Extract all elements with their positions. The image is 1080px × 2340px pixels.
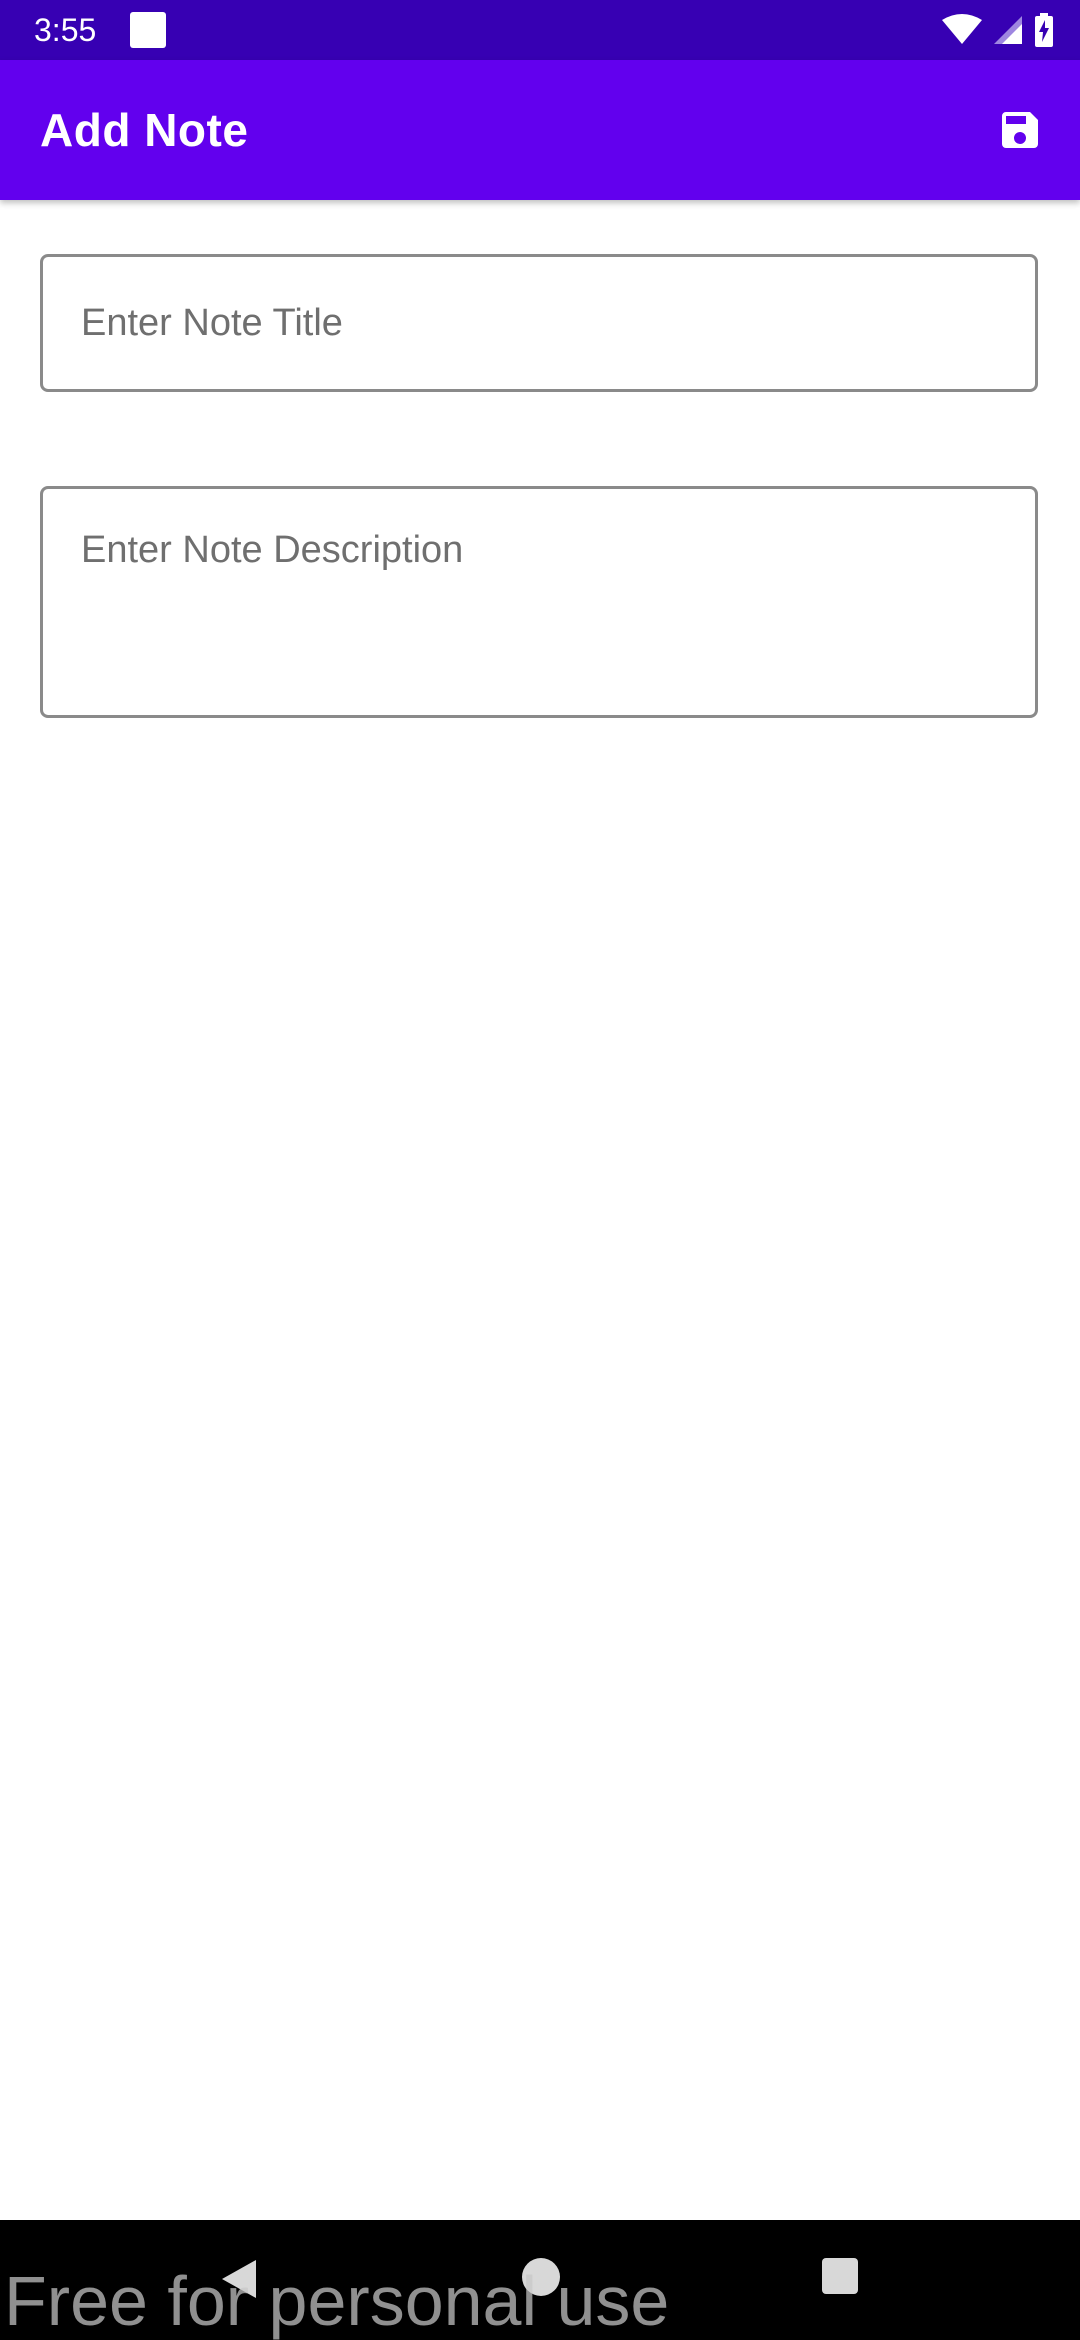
status-icons bbox=[942, 12, 1054, 48]
note-description-field bbox=[40, 486, 1038, 718]
screen: 3:55 Add Note Enter Note Title Enter Not… bbox=[0, 0, 1080, 2340]
page-title: Add Note bbox=[40, 104, 249, 156]
navigation-bar bbox=[0, 2220, 1080, 2340]
wifi-icon bbox=[942, 14, 982, 46]
signal-icon bbox=[992, 14, 1024, 46]
note-title-input[interactable] bbox=[43, 257, 1035, 389]
save-icon bbox=[996, 106, 1044, 159]
back-icon[interactable] bbox=[218, 2258, 258, 2305]
note-title-field bbox=[40, 254, 1038, 392]
home-icon[interactable] bbox=[522, 2258, 560, 2296]
recents-icon[interactable] bbox=[822, 2258, 858, 2294]
status-bar: 3:55 bbox=[0, 0, 1080, 60]
save-button[interactable] bbox=[988, 100, 1052, 164]
note-description-input[interactable] bbox=[43, 489, 1035, 715]
notification-square-icon bbox=[130, 12, 166, 48]
battery-charging-icon bbox=[1034, 13, 1054, 47]
status-time: 3:55 bbox=[34, 12, 97, 48]
app-bar: Add Note bbox=[0, 60, 1080, 200]
